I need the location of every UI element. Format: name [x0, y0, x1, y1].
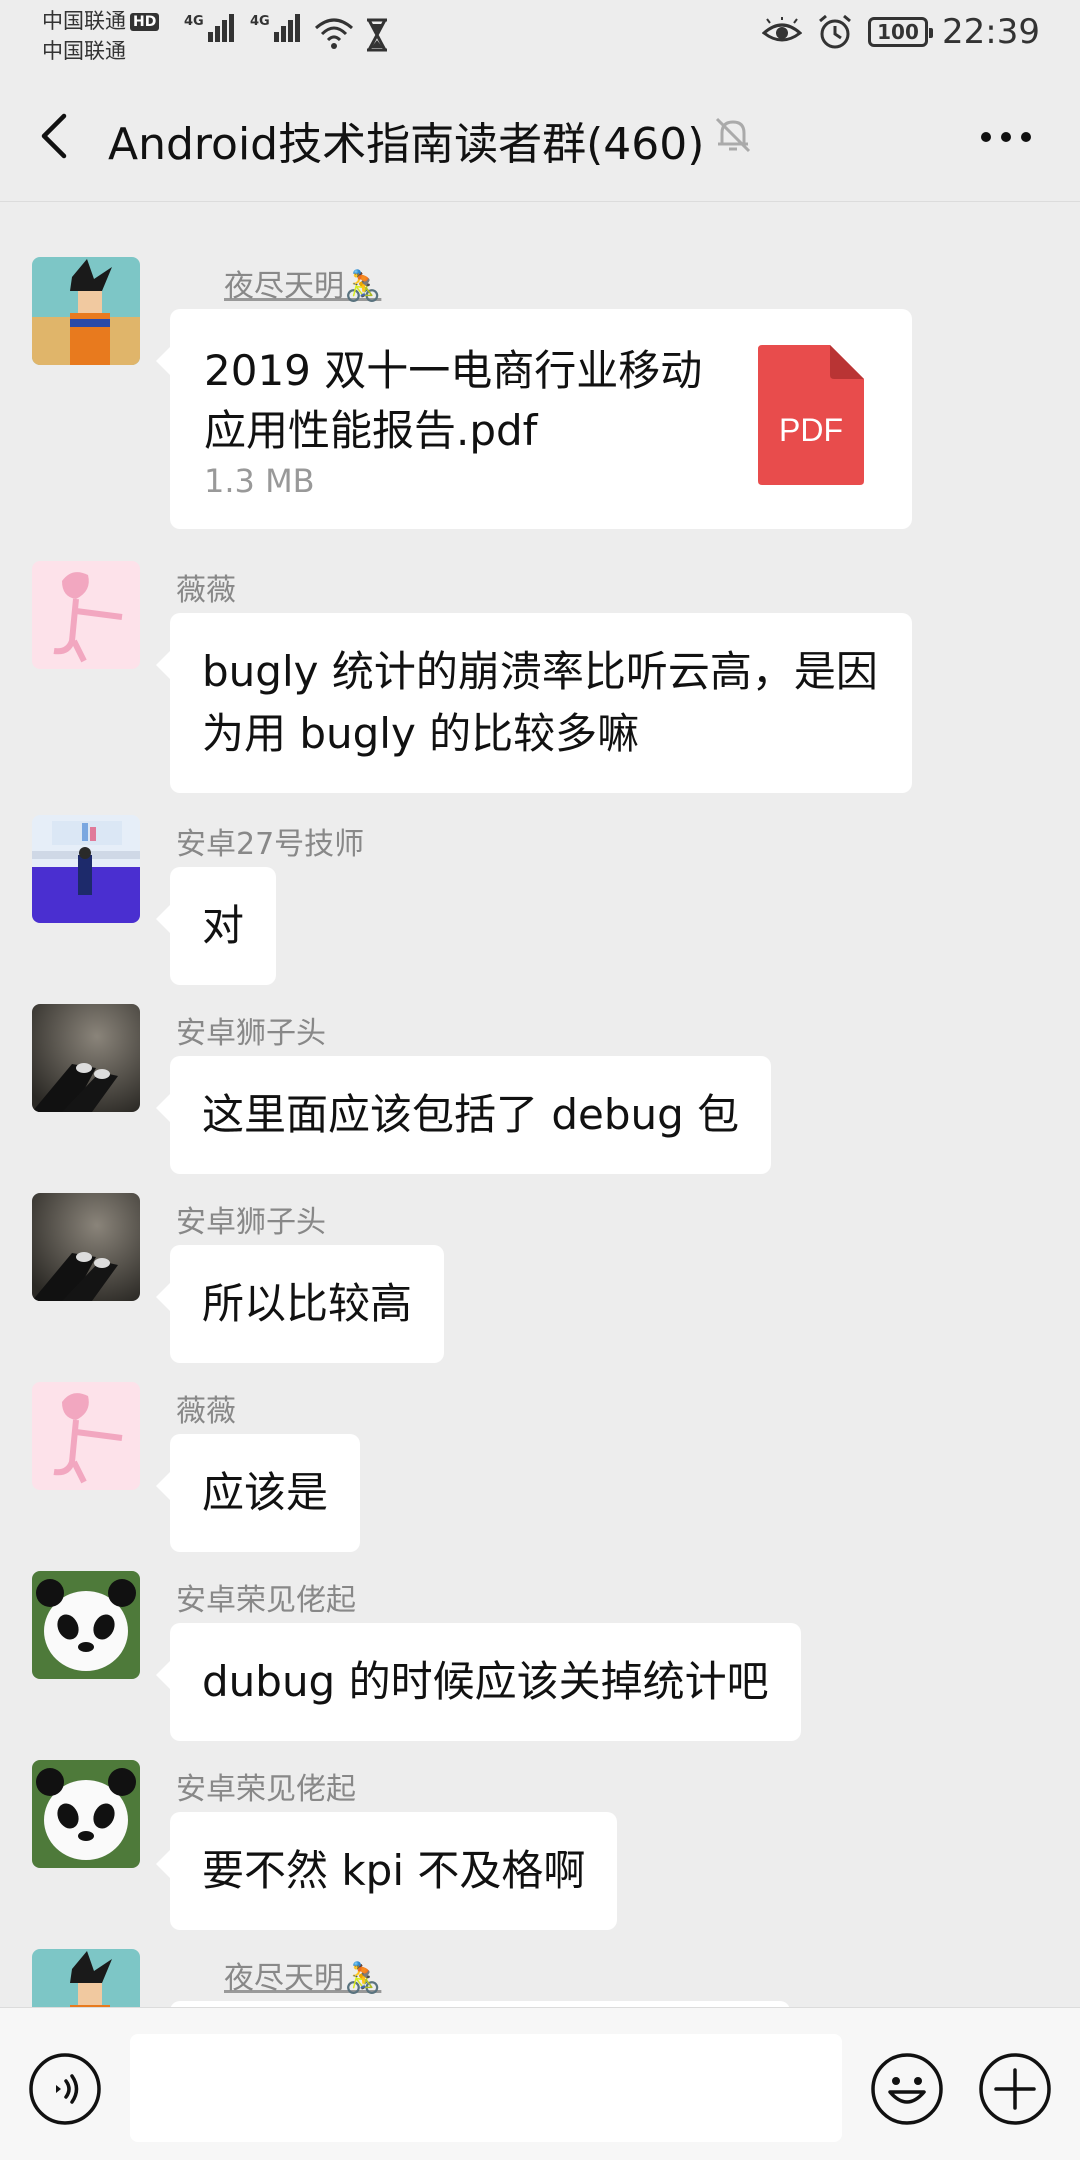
chat-header: Android技术指南读者群(460) — [0, 72, 1080, 202]
avatar[interactable] — [32, 257, 140, 365]
carrier-2: 中国联通 — [42, 39, 126, 63]
emoji-button[interactable] — [870, 2052, 944, 2126]
clock: 22:39 — [942, 12, 1040, 52]
signal-2-icon: 4G — [250, 14, 300, 42]
sender-name[interactable]: 安卓狮子头 — [176, 1008, 326, 1052]
avatar[interactable] — [32, 1193, 140, 1301]
battery-icon: 100 — [868, 17, 934, 47]
sender-name[interactable]: 夜尽天明🚴 — [224, 261, 381, 305]
svg-text:PDF: PDF — [779, 412, 843, 448]
sender-name[interactable]: 安卓狮子头 — [176, 1197, 326, 1241]
carrier-info: 中国联通 HD 中国联通 — [42, 6, 160, 66]
hourglass-icon — [367, 18, 387, 52]
input-bar — [0, 2007, 1080, 2160]
message-bubble[interactable]: 应该是 — [155, 1434, 361, 1552]
sender-name[interactable]: 夜尽天明🚴 — [224, 1953, 381, 1997]
avatar[interactable] — [32, 1382, 140, 1490]
sender-name[interactable]: 安卓荣见佬起 — [176, 1575, 356, 1619]
signal-1-icon: 4G — [184, 14, 234, 42]
message-bubble[interactable]: 所以比较高 — [155, 1245, 445, 1363]
mute-bell-icon — [715, 117, 751, 153]
avatar[interactable] — [32, 1571, 140, 1679]
sender-name[interactable]: 薇薇 — [176, 1386, 236, 1430]
carrier-1: 中国联通 — [42, 9, 126, 33]
hd-badge: HD — [130, 13, 160, 31]
alarm-icon — [819, 14, 851, 49]
sender-name[interactable]: 薇薇 — [176, 565, 236, 609]
sender-name[interactable]: 安卓27号技师 — [176, 819, 364, 863]
file-name: 2019 双十一电商行业移动应用性能报告.pdf — [204, 346, 703, 455]
avatar[interactable] — [32, 815, 140, 923]
voice-input-button[interactable] — [28, 2052, 102, 2126]
pdf-file-icon: PDF — [758, 345, 864, 485]
message-bubble[interactable]: bugly 统计的崩溃率比听云高，是因为用 bugly 的比较多嘛 — [156, 613, 912, 793]
message-bubble[interactable]: 对 — [155, 867, 277, 985]
chat-title: Android技术指南读者群(460) — [108, 119, 705, 170]
message-bubble[interactable]: 这里面应该包括了 debug 包 — [155, 1056, 772, 1174]
message-input[interactable] — [130, 2034, 842, 2142]
wifi-icon — [315, 18, 353, 49]
file-message-bubble[interactable]: 2019 双十一电商行业移动应用性能报告.pdf 1.3 MB PDF — [156, 309, 912, 529]
avatar[interactable] — [32, 1004, 140, 1112]
more-options-button[interactable] — [976, 112, 1036, 162]
more-functions-button[interactable] — [978, 2052, 1052, 2126]
sender-name[interactable]: 安卓荣见佬起 — [176, 1764, 356, 1808]
eye-icon — [762, 17, 803, 42]
back-button[interactable] — [30, 110, 82, 162]
avatar[interactable] — [32, 1760, 140, 1868]
status-bar: 中国联通 HD 中国联通 4G 4G 100 22:39 — [0, 0, 1080, 72]
avatar[interactable] — [32, 1949, 140, 2007]
message-bubble[interactable]: dubug 的时候应该关掉统计吧 — [156, 1623, 801, 1741]
status-right: 100 22:39 — [762, 12, 1040, 52]
message-bubble[interactable]: 要不然 kpi 不及格啊 — [155, 1812, 618, 1930]
avatar[interactable] — [32, 561, 140, 669]
message-list[interactable]: 夜尽天明🚴 2019 双十一电商行业移动应用性能报告.pdf 1.3 MB PD… — [0, 203, 1080, 2007]
